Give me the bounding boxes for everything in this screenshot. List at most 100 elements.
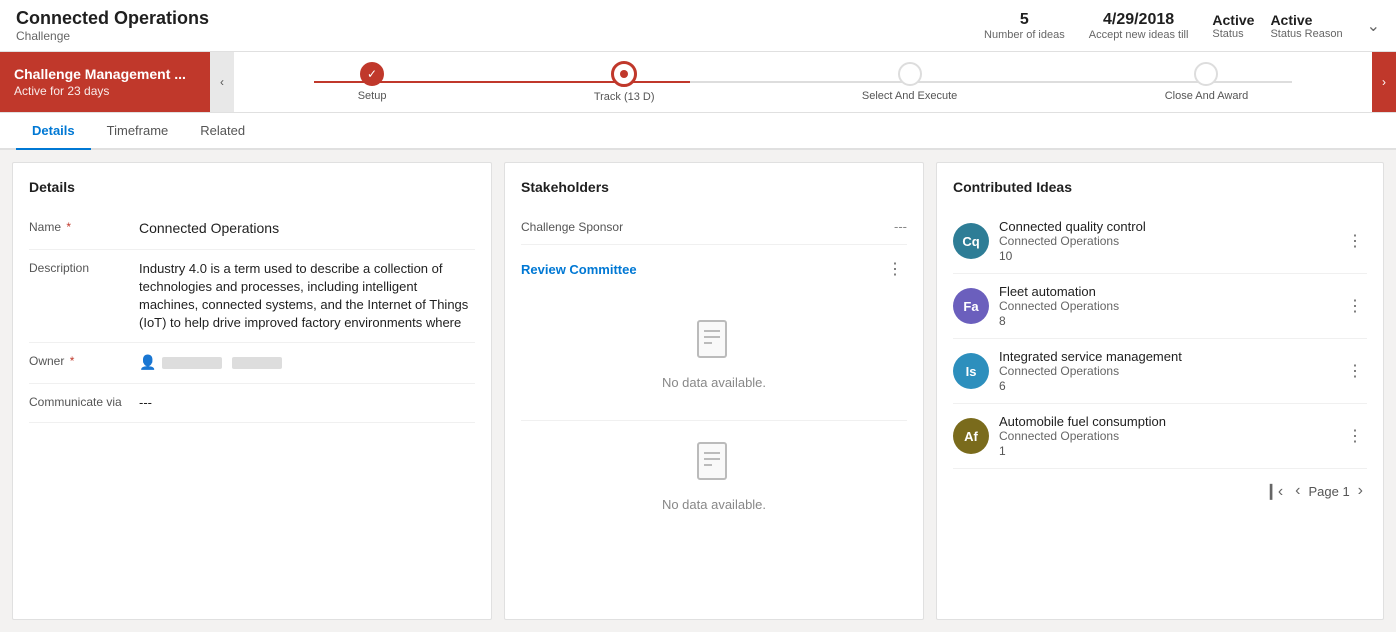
nav-arrow-left[interactable]: ‹	[210, 52, 234, 112]
date-value: 4/29/2018	[1089, 11, 1189, 29]
step-label-setup: Setup	[358, 90, 387, 102]
field-label-communicate: Communicate via	[29, 394, 139, 409]
header-status: Active Status Active Status Reason	[1212, 12, 1342, 40]
idea-title: Connected quality control	[999, 219, 1333, 234]
no-data-icon-2	[696, 441, 732, 489]
tab-related[interactable]: Related	[184, 113, 261, 150]
date-label: Accept new ideas till	[1089, 29, 1189, 41]
committee-ellipsis-button[interactable]: ⋮	[883, 257, 907, 281]
sponsor-row: Challenge Sponsor ---	[521, 209, 907, 245]
sponsor-value: ---	[894, 219, 907, 234]
field-label-owner: Owner *	[29, 353, 139, 368]
field-label-name: Name *	[29, 219, 139, 234]
committee-no-data: No data available.	[521, 289, 907, 420]
idea-ellipsis-button[interactable]: ⋮	[1343, 294, 1367, 318]
status-value: Active	[1212, 12, 1254, 28]
field-value-communicate: ---	[139, 394, 475, 412]
idea-title: Automobile fuel consumption	[999, 414, 1333, 429]
stakeholders-card: Stakeholders Challenge Sponsor --- Revie…	[504, 162, 924, 620]
avatar: Fa	[953, 288, 989, 324]
steps-container: ✓ Setup Track (13 D) Select And Execute …	[234, 52, 1372, 112]
step-label-track: Track (13 D)	[594, 91, 655, 103]
challenge-panel: Challenge Management ... Active for 23 d…	[0, 52, 210, 112]
committee-label: Review Committee	[521, 262, 637, 277]
idea-count: 10	[999, 249, 1333, 263]
field-value-description: Industry 4.0 is a term used to describe …	[139, 260, 475, 333]
committee-no-data-text: No data available.	[662, 375, 766, 390]
details-card-title: Details	[29, 179, 475, 195]
challenge-panel-title: Challenge Management ...	[14, 66, 196, 82]
pagination: ❙‹ ‹ Page 1 ›	[953, 469, 1367, 503]
idea-title: Integrated service management	[999, 349, 1333, 364]
required-star-name: *	[66, 220, 71, 234]
step-label-close: Close And Award	[1165, 90, 1249, 102]
ideas-count-value: 5	[984, 11, 1065, 29]
list-item: Fa Fleet automation Connected Operations…	[953, 274, 1367, 339]
list-item: Af Automobile fuel consumption Connected…	[953, 404, 1367, 469]
page-subtitle: Challenge	[16, 29, 209, 43]
header-chevron-button[interactable]: ⌄	[1367, 16, 1380, 36]
list-item: Is Integrated service management Connect…	[953, 339, 1367, 404]
tab-timeframe[interactable]: Timeframe	[91, 113, 185, 150]
idea-count: 8	[999, 314, 1333, 328]
tab-details[interactable]: Details	[16, 113, 91, 150]
idea-ellipsis-button[interactable]: ⋮	[1343, 424, 1367, 448]
pagination-first-button[interactable]: ❙‹	[1260, 479, 1287, 503]
process-bar: Challenge Management ... Active for 23 d…	[0, 52, 1396, 113]
avatar: Af	[953, 418, 989, 454]
field-description: Description Industry 4.0 is a term used …	[29, 250, 475, 344]
owner-row: 👤	[139, 353, 475, 373]
idea-actions: ⋮	[1343, 424, 1367, 448]
status-item: Active Status	[1212, 12, 1254, 40]
ideas-count-label: Number of ideas	[984, 29, 1065, 41]
field-value-owner: 👤	[139, 353, 475, 373]
pagination-prev-button[interactable]: ‹	[1291, 480, 1304, 502]
idea-ellipsis-button[interactable]: ⋮	[1343, 229, 1367, 253]
field-communicate: Communicate via ---	[29, 384, 475, 423]
challenge-panel-sub: Active for 23 days	[14, 84, 196, 98]
field-name: Name * Connected Operations	[29, 209, 475, 250]
idea-org: Connected Operations	[999, 364, 1333, 378]
idea-info: Connected quality control Connected Oper…	[999, 219, 1333, 263]
step-select: Select And Execute	[862, 62, 957, 102]
step-circle-select	[898, 62, 922, 86]
step-setup: ✓ Setup	[358, 62, 387, 102]
page-header: Connected Operations Challenge 5 Number …	[0, 0, 1396, 52]
field-value-name: Connected Operations	[139, 219, 475, 239]
idea-title: Fleet automation	[999, 284, 1333, 299]
owner-person-icon: 👤	[139, 353, 156, 373]
tabs-bar: Details Timeframe Related	[0, 113, 1396, 150]
date-meta: 4/29/2018 Accept new ideas till	[1089, 11, 1189, 41]
avatar: Cq	[953, 223, 989, 259]
step-circle-track	[611, 61, 637, 87]
details-card: Details Name * Connected Operations Desc…	[12, 162, 492, 620]
step-track: Track (13 D)	[594, 61, 655, 103]
required-star-owner: *	[70, 354, 75, 368]
idea-info: Fleet automation Connected Operations 8	[999, 284, 1333, 328]
idea-actions: ⋮	[1343, 229, 1367, 253]
stakeholders-card-title: Stakeholders	[521, 179, 907, 195]
nav-arrow-right[interactable]: ›	[1372, 52, 1396, 112]
status-reason-label: Status Reason	[1270, 28, 1342, 40]
ideas-count-meta: 5 Number of ideas	[984, 11, 1065, 41]
status-reason-value: Active	[1270, 12, 1342, 28]
idea-actions: ⋮	[1343, 294, 1367, 318]
sponsor-label: Challenge Sponsor	[521, 220, 623, 234]
idea-org: Connected Operations	[999, 429, 1333, 443]
header-left: Connected Operations Challenge	[16, 8, 209, 43]
idea-count: 1	[999, 444, 1333, 458]
field-label-description: Description	[29, 260, 139, 275]
idea-ellipsis-button[interactable]: ⋮	[1343, 359, 1367, 383]
ideas-card-title: Contributed Ideas	[953, 179, 1367, 195]
step-circle-close	[1194, 62, 1218, 86]
main-content: Details Name * Connected Operations Desc…	[0, 150, 1396, 632]
idea-org: Connected Operations	[999, 234, 1333, 248]
pagination-next-button[interactable]: ›	[1354, 480, 1367, 502]
idea-org: Connected Operations	[999, 299, 1333, 313]
step-label-select: Select And Execute	[862, 90, 957, 102]
page-title: Connected Operations	[16, 8, 209, 29]
idea-actions: ⋮	[1343, 359, 1367, 383]
idea-count: 6	[999, 379, 1333, 393]
owner-name-blurred2	[232, 357, 282, 369]
sponsor-no-data-text: No data available.	[662, 497, 766, 512]
